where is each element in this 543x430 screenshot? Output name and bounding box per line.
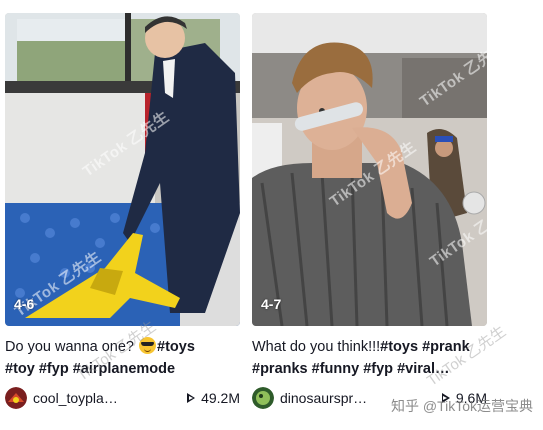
- hashtag-link[interactable]: #toys: [157, 339, 195, 355]
- avatar[interactable]: [5, 387, 27, 409]
- rank-badge: 4-6: [14, 296, 35, 312]
- video-thumbnail[interactable]: TikTok 乙先生 TikTok 乙先生 4-6: [5, 13, 240, 326]
- username-link[interactable]: cool_toypla…: [33, 390, 143, 406]
- video-meta: cool_toypla… 49.2M: [5, 386, 240, 410]
- hashtag-link[interactable]: #toy: [5, 361, 35, 377]
- video-thumbnail[interactable]: TikTok 乙先生 TikTok 乙先生 TikTok 乙先生 4-7: [252, 13, 487, 326]
- play-count-value: 49.2M: [201, 390, 240, 406]
- video-card[interactable]: TikTok 乙先生 TikTok 乙先生 TikTok 乙先生 4-7 Wha…: [252, 13, 487, 410]
- thumbnail-image: [5, 13, 240, 326]
- rank-badge: 4-7: [261, 296, 282, 312]
- hashtag-link[interactable]: #fyp: [363, 361, 393, 377]
- avatar[interactable]: [252, 387, 274, 409]
- play-icon: [187, 393, 196, 403]
- source-watermark: 知乎 @TikTok运营宝典: [390, 398, 533, 414]
- hashtag-link[interactable]: #fyp: [39, 361, 69, 377]
- hashtag-link[interactable]: #pranks: [252, 361, 308, 377]
- play-count: 49.2M: [187, 390, 240, 406]
- hashtag-link[interactable]: #toys: [380, 339, 418, 355]
- hashtag-link[interactable]: #funny: [312, 361, 360, 377]
- description-text: What do you think!!!: [252, 339, 381, 355]
- username-link[interactable]: dinosaurspr…: [280, 390, 390, 406]
